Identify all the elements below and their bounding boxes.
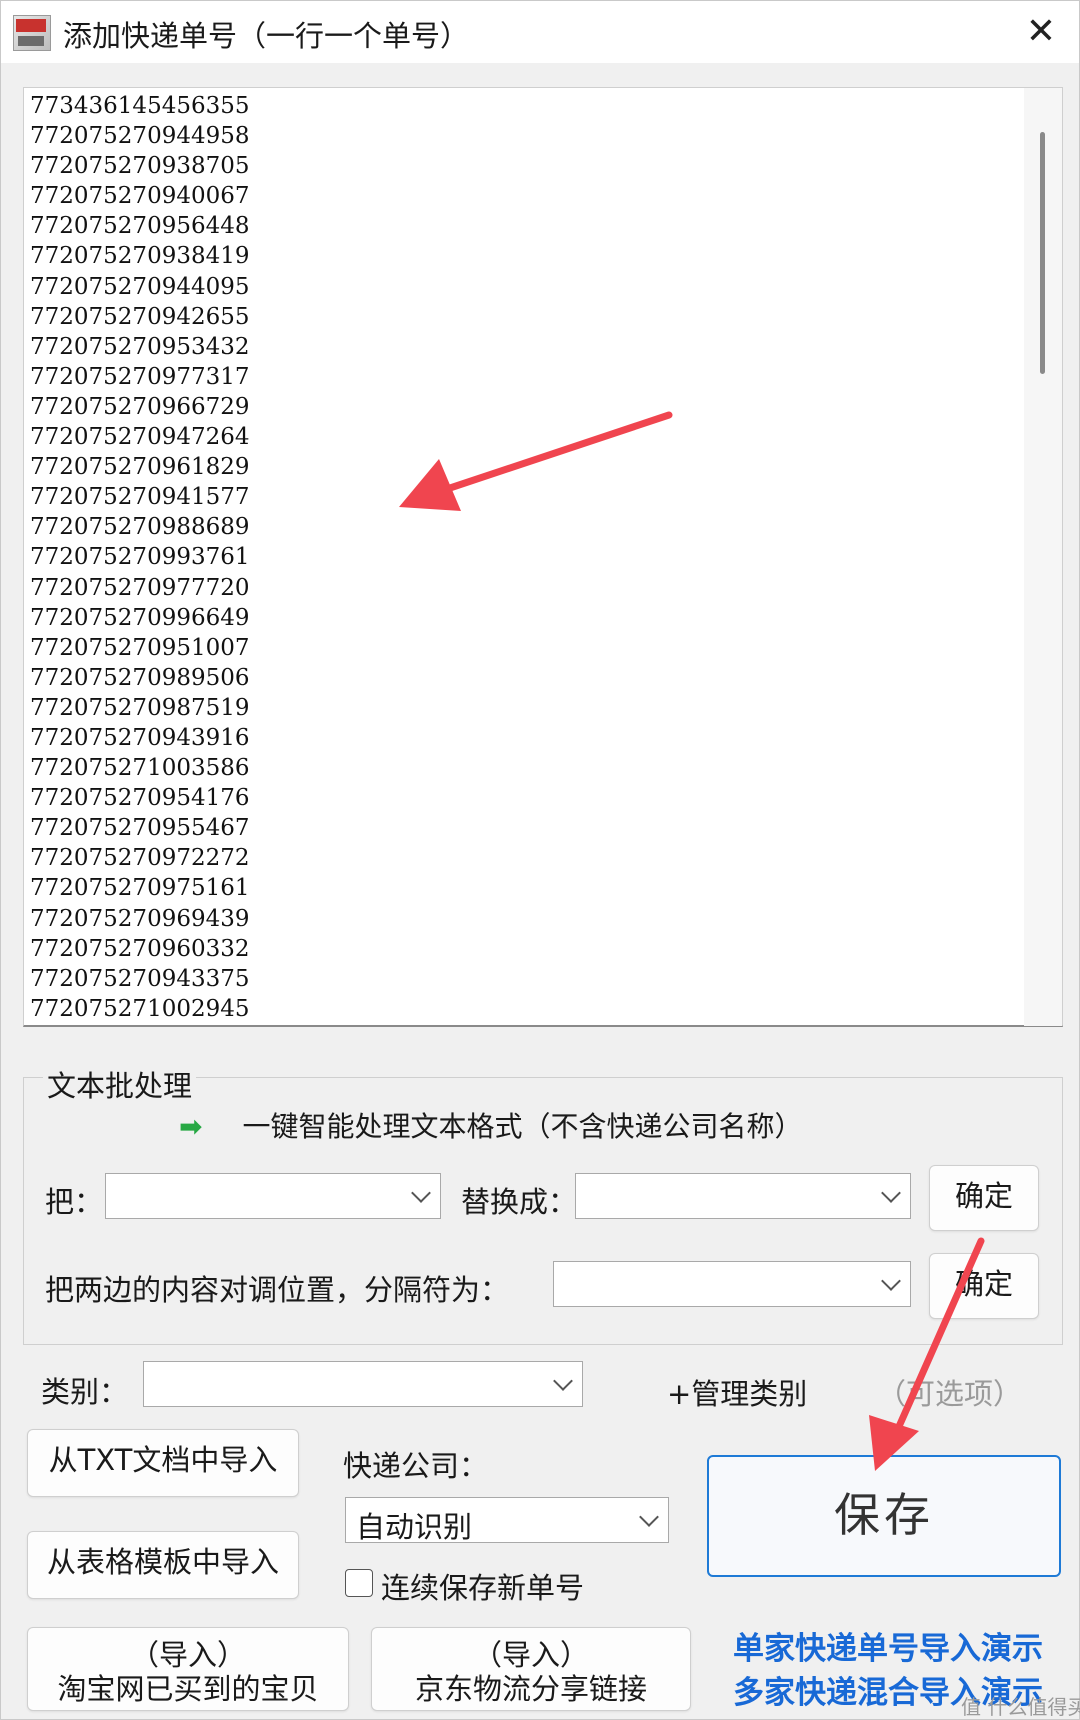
category-combo[interactable]	[143, 1361, 583, 1407]
tracking-number-line: 772075270960332	[30, 935, 250, 962]
tracking-number-line: 772075270938705	[30, 153, 250, 180]
chevron-down-icon	[881, 1271, 901, 1291]
tracking-number-line: 772075270941577	[30, 484, 250, 511]
chevron-down-icon	[553, 1371, 573, 1391]
tracking-numbers-textarea[interactable]: 773436145456355 772075270944958 7720752709…	[23, 87, 1063, 1027]
save-button[interactable]: 保存	[707, 1455, 1061, 1577]
tracking-number-line: 772075271002945	[30, 995, 250, 1022]
tracking-number-line: 772075270940067	[30, 183, 250, 210]
swap-label: 把两边的内容对调位置，分隔符为：	[45, 1273, 510, 1307]
courier-combo[interactable]: 自动识别	[345, 1497, 669, 1544]
jd-import-tag: （导入）	[472, 1638, 589, 1672]
vertical-scrollbar[interactable]	[1024, 88, 1062, 1026]
tracking-number-line: 772075270956448	[30, 213, 250, 240]
manage-category-link[interactable]: +管理类别	[667, 1371, 807, 1413]
scrollbar-thumb[interactable]	[1040, 132, 1045, 374]
chevron-down-icon	[881, 1183, 901, 1203]
tracking-number-line: 772075270955467	[30, 815, 250, 842]
confirm-swap-button[interactable]: 确定	[929, 1253, 1039, 1319]
add-tracking-dialog: 添加快递单号（一行一个单号） ✕ 773436145456355 77207527…	[0, 0, 1080, 1720]
watermark: 值 什么值得买	[961, 1695, 1080, 1719]
tracking-number-line: 772075270942655	[30, 303, 250, 330]
tracking-number-line: 772075270975161	[30, 875, 250, 902]
replace-to-combo[interactable]	[575, 1173, 911, 1219]
tracking-number-line: 772075270943375	[30, 965, 250, 992]
smart-process-link[interactable]: ➡ 一键智能处理文本格式（不含快递公司名称）	[179, 1105, 802, 1145]
tracking-number-list: 773436145456355 772075270944958 7720752709…	[30, 91, 250, 1024]
tracking-number-line: 772075270966729	[30, 393, 250, 420]
tracking-number-line: 772075270977317	[30, 363, 250, 390]
tracking-number-line: 772075270993761	[30, 544, 250, 571]
title-bar: 添加快递单号（一行一个单号） ✕	[1, 1, 1079, 63]
batch-group-label: 文本批处理	[43, 1063, 197, 1105]
jd-import-label: 京东物流分享链接	[414, 1672, 647, 1706]
single-courier-demo-link[interactable]: 单家快递单号导入演示	[733, 1623, 1043, 1668]
tracking-number-line: 772075270944958	[30, 123, 250, 150]
import-jd-button[interactable]: （导入） 京东物流分享链接	[371, 1627, 691, 1711]
category-label: 类别：	[41, 1375, 129, 1409]
tracking-number-line: 772075270972272	[30, 845, 250, 872]
window-title: 添加快递单号（一行一个单号）	[63, 19, 470, 53]
smart-process-label: 一键智能处理文本格式（不含快递公司名称）	[242, 1110, 803, 1143]
import-template-button[interactable]: 从表格模板中导入	[27, 1531, 299, 1599]
tracking-number-line: 772075270938419	[30, 243, 250, 270]
import-taobao-button[interactable]: （导入） 淘宝网已买到的宝贝	[27, 1627, 349, 1711]
optional-hint: （可选项）	[877, 1377, 1023, 1411]
tracking-number-line: 772075270953432	[30, 333, 250, 360]
tracking-number-line: 772075270977720	[30, 574, 250, 601]
tracking-number-line: 772075271003586	[30, 755, 250, 782]
tracking-number-line: 772075270943916	[30, 724, 250, 751]
taobao-import-label: 淘宝网已买到的宝贝	[57, 1672, 319, 1706]
replace-from-label: 把：	[45, 1185, 104, 1219]
tracking-number-line: 772075270947264	[30, 424, 250, 451]
separator-combo[interactable]	[553, 1261, 911, 1307]
continuous-save-checkbox[interactable]	[345, 1569, 373, 1597]
replace-from-combo[interactable]	[105, 1173, 441, 1219]
tracking-number-line: 772075270951007	[30, 634, 250, 661]
replace-to-label: 替换成：	[461, 1185, 578, 1219]
courier-selected: 自动识别	[356, 1510, 473, 1544]
continuous-save-label: 连续保存新单号	[381, 1571, 585, 1605]
tracking-number-line: 772075270969439	[30, 905, 250, 932]
tracking-number-line: 772075270961829	[30, 454, 250, 481]
close-icon[interactable]: ✕	[1003, 1, 1079, 63]
taobao-import-tag: （导入）	[129, 1638, 246, 1672]
tracking-number-line: 772075270996649	[30, 604, 250, 631]
app-icon	[13, 15, 51, 51]
tracking-number-line: 772075270944095	[30, 273, 250, 300]
import-txt-button[interactable]: 从TXT文档中导入	[27, 1429, 299, 1497]
tracking-number-line: 772075270954176	[30, 785, 250, 812]
tracking-number-line: 772075270988689	[30, 514, 250, 541]
tracking-number-line: 772075270987519	[30, 694, 250, 721]
tracking-number-line: 772075270989506	[30, 664, 250, 691]
chevron-down-icon	[639, 1507, 659, 1527]
courier-label: 快递公司：	[343, 1449, 489, 1483]
chevron-down-icon	[411, 1183, 431, 1203]
tracking-number-line: 773436145456355	[30, 93, 250, 119]
confirm-replace-button[interactable]: 确定	[929, 1165, 1039, 1231]
green-arrow-icon: ➡	[179, 1110, 203, 1143]
